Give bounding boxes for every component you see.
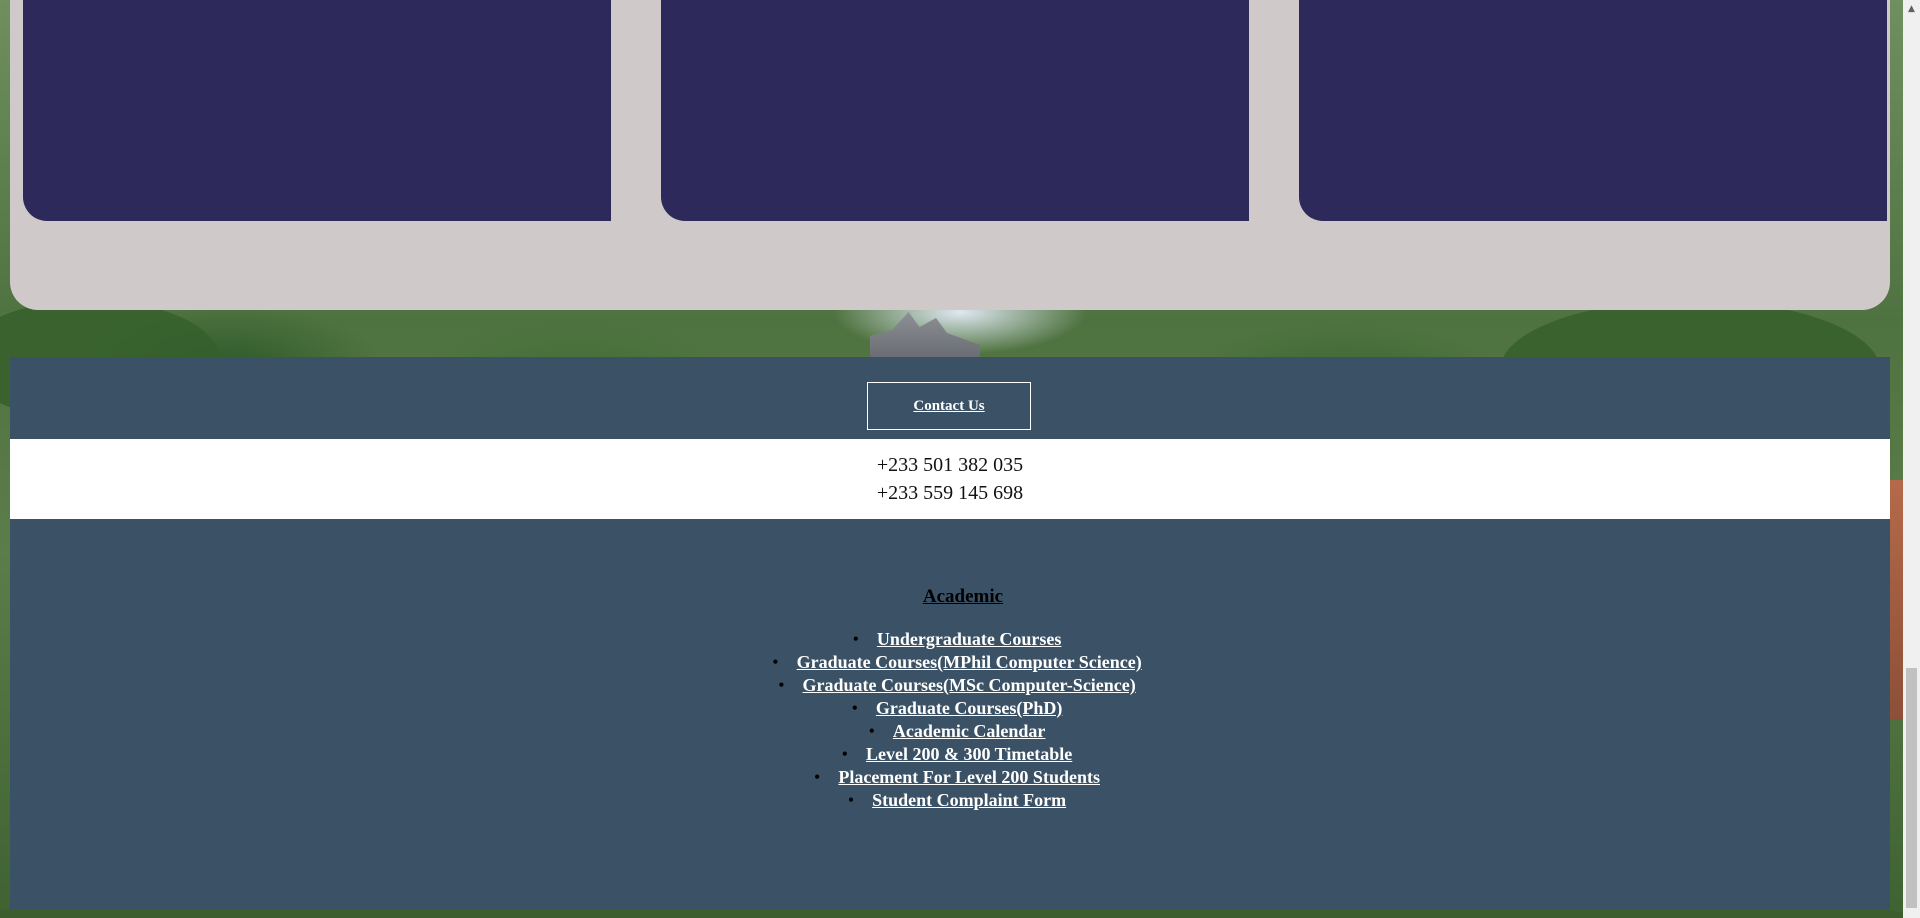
list-item: • Graduate Courses(PhD) (10, 697, 1890, 720)
cards-panel (10, 0, 1890, 310)
bullet-icon: • (814, 767, 821, 787)
bullet-icon: • (841, 744, 848, 764)
student-complaint-form-link[interactable]: Student Complaint Form (872, 790, 1066, 810)
bullet-icon: • (852, 629, 859, 649)
timetable-link[interactable]: Level 200 & 300 Timetable (866, 744, 1072, 764)
bullet-icon: • (847, 790, 855, 810)
list-item: • Graduate Courses(MPhil Computer Science… (10, 651, 1890, 674)
academic-footer: Academic • Undergraduate Courses • Graduat… (10, 519, 1890, 910)
scroll-up-arrow-icon[interactable]: ▲ (1903, 0, 1920, 17)
bullet-icon: • (868, 721, 875, 741)
academic-calendar-link[interactable]: Academic Calendar (893, 721, 1045, 741)
bullet-icon: • (851, 698, 858, 718)
feature-card[interactable] (661, 0, 1249, 221)
vertical-scrollbar[interactable]: ▲ (1903, 0, 1920, 918)
list-item: • Level 200 & 300 Timetable (10, 743, 1890, 766)
placement-link[interactable]: Placement For Level 200 Students (838, 767, 1100, 787)
list-item: • Graduate Courses(MSc Computer-Science) (10, 674, 1890, 697)
list-item: • Undergraduate Courses (10, 628, 1890, 651)
phone-number: +233 501 382 035 (876, 454, 1024, 476)
feature-card[interactable] (23, 0, 611, 221)
phone-numbers: +233 501 382 035 +233 559 145 698 (10, 439, 1890, 519)
list-item: • Placement For Level 200 Students (10, 766, 1890, 789)
scrollbar-thumb[interactable] (1906, 668, 1917, 908)
graduate-mphil-link[interactable]: Graduate Courses(MPhil Computer Science) (797, 652, 1142, 672)
bullet-icon: • (778, 675, 785, 695)
undergraduate-courses-link[interactable]: Undergraduate Courses (877, 629, 1062, 649)
contact-us-button[interactable]: Contact Us (867, 382, 1031, 430)
list-item: • Student Complaint Form (10, 789, 1890, 812)
academic-heading: Academic (922, 586, 1004, 607)
phone-number: +233 559 145 698 (876, 482, 1024, 504)
feature-card[interactable] (1299, 0, 1887, 221)
graduate-msc-link[interactable]: Graduate Courses(MSc Computer-Science) (803, 675, 1136, 695)
bullet-icon: • (772, 652, 779, 672)
list-item: • Academic Calendar (10, 720, 1890, 743)
graduate-phd-link[interactable]: Graduate Courses(PhD) (876, 698, 1063, 718)
academic-links-list: • Undergraduate Courses • Graduate Courses… (10, 628, 1890, 812)
contact-header: Contact Us (10, 357, 1890, 439)
